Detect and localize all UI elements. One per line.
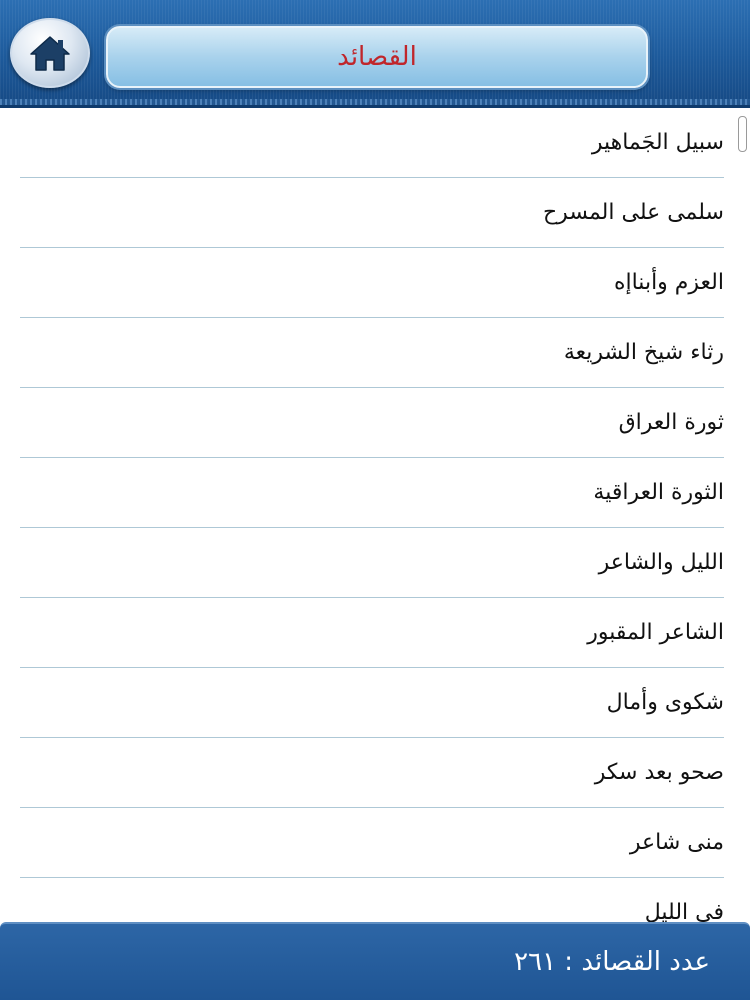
list-item[interactable]: الثورة العراقية	[20, 458, 724, 528]
header-bar: القصائد	[0, 0, 750, 108]
footer-bar: عدد القصائد : ٢٦١	[0, 922, 750, 1000]
list-item[interactable]: الليل والشاعر	[20, 528, 724, 598]
title-banner: القصائد	[106, 26, 648, 88]
poems-list[interactable]: سبيل الجَماهير سلمى على المسرح العزم وأب…	[0, 108, 750, 922]
home-button[interactable]	[10, 18, 90, 88]
list-item[interactable]: ثورة العراق	[20, 388, 724, 458]
list-item[interactable]: في الليل	[20, 878, 724, 922]
list-item-label: الشاعر المقبور	[587, 620, 724, 645]
list-item-label: صحو بعد سكر	[594, 760, 724, 785]
page-title: القصائد	[337, 42, 417, 72]
list-item-label: شكوى وأمال	[606, 690, 724, 715]
list-item-label: الثورة العراقية	[593, 480, 724, 505]
list-item-label: ثورة العراق	[618, 410, 724, 435]
list-item[interactable]: سبيل الجَماهير	[20, 108, 724, 178]
list-item[interactable]: رثاء شيخ الشريعة	[20, 318, 724, 388]
scrollbar-thumb[interactable]	[738, 116, 747, 152]
list-item[interactable]: صحو بعد سكر	[20, 738, 724, 808]
list-item[interactable]: العزم وأبناإه	[20, 248, 724, 318]
list-item[interactable]: الشاعر المقبور	[20, 598, 724, 668]
list-item[interactable]: منى شاعر	[20, 808, 724, 878]
list-item-label: رثاء شيخ الشريعة	[563, 340, 724, 365]
list-item[interactable]: سلمى على المسرح	[20, 178, 724, 248]
list-item-label: سلمى على المسرح	[542, 200, 724, 225]
list-item-label: سبيل الجَماهير	[591, 130, 724, 155]
poem-count: عدد القصائد : ٢٦١	[514, 947, 710, 977]
home-icon	[30, 36, 70, 71]
list-item-label: الليل والشاعر	[598, 550, 724, 575]
list-item-label: في الليل	[644, 900, 724, 922]
list-item[interactable]: شكوى وأمال	[20, 668, 724, 738]
list-item-label: العزم وأبناإه	[613, 270, 724, 295]
list-item-label: منى شاعر	[629, 830, 724, 855]
